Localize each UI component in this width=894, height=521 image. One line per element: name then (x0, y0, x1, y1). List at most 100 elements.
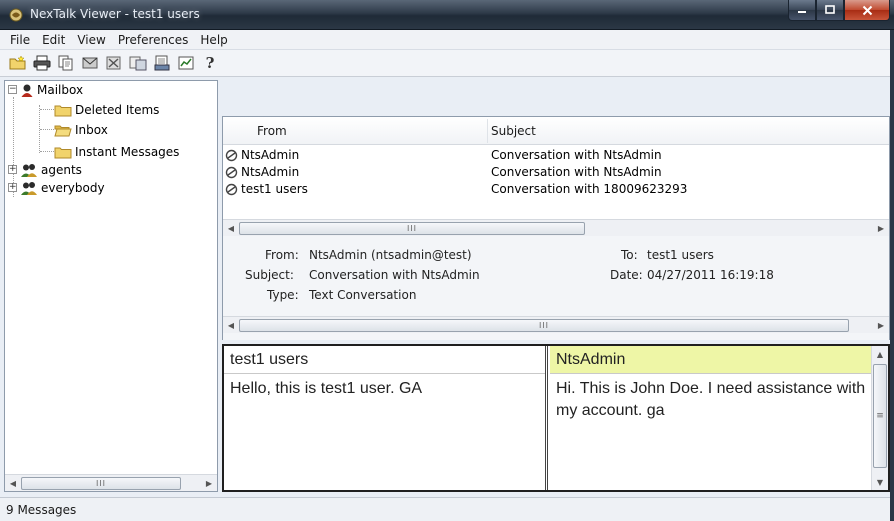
user-icon (21, 84, 33, 97)
message-header: From: NtsAdmin (ntsadmin@test) Subject: … (222, 236, 890, 340)
new-folder-icon (9, 55, 26, 70)
folder-icon (54, 105, 72, 116)
tree-item-agents[interactable]: + agents (8, 161, 82, 178)
type-value: Text Conversation (309, 288, 417, 302)
new-folder-button[interactable] (8, 53, 28, 73)
minimize-icon (798, 11, 806, 13)
row-subject: Conversation with NtsAdmin (491, 165, 662, 179)
tree-item-inbox[interactable]: Inbox (54, 121, 108, 138)
tree-label: agents (41, 162, 82, 177)
row-from: test1 users (241, 182, 308, 196)
export-icon (154, 55, 170, 71)
scroll-up-icon[interactable]: ▲ (872, 346, 888, 362)
tree-label: Instant Messages (75, 144, 180, 159)
tree-connector (40, 151, 54, 152)
scroll-down-icon[interactable]: ▼ (872, 474, 888, 490)
speaker-name-right: NtsAdmin (550, 346, 872, 374)
conversation-view: test1 users Hello, this is test1 user. G… (222, 344, 890, 492)
tree-item-deleted-items[interactable]: Deleted Items (54, 101, 159, 118)
folder-tree[interactable]: − Mailbox Deleted Items Inbox Instant Me… (4, 80, 218, 492)
scroll-left-icon[interactable]: ◀ (5, 475, 21, 491)
table-row[interactable]: test1 users Conversation with 1800962329… (223, 181, 889, 197)
export-button[interactable] (152, 53, 172, 73)
menu-view[interactable]: View (71, 33, 111, 47)
collapse-icon[interactable]: − (8, 85, 17, 94)
expand-icon[interactable]: + (8, 183, 17, 192)
scroll-thumb[interactable]: ≡ (873, 364, 887, 468)
print-button[interactable] (32, 53, 52, 73)
subject-value: Conversation with NtsAdmin (309, 268, 480, 282)
maximize-icon (825, 5, 835, 14)
help-icon: ? (205, 54, 215, 72)
copy-button[interactable] (56, 53, 76, 73)
app-icon (9, 8, 23, 22)
group-icon (21, 163, 37, 177)
move-button[interactable] (128, 53, 148, 73)
window-controls (788, 0, 890, 21)
column-from[interactable]: From (257, 124, 287, 138)
help-button[interactable]: ? (200, 53, 220, 73)
list-horizontal-scrollbar[interactable]: ◀ III ▶ (223, 219, 889, 236)
close-button[interactable] (844, 0, 890, 21)
subject-label: Subject: (245, 268, 294, 282)
to-label: To: (621, 248, 638, 262)
conversation-vertical-scrollbar[interactable]: ▲ ≡ ▼ (871, 346, 888, 490)
table-row[interactable]: NtsAdmin Conversation with NtsAdmin (223, 147, 889, 163)
type-label: Type: (267, 288, 299, 302)
header-horizontal-scrollbar[interactable]: ◀ III ▶ (223, 316, 889, 333)
conversation-icon (225, 149, 238, 162)
tree-connector (40, 109, 54, 110)
delete-icon (106, 56, 121, 70)
tree-item-everybody[interactable]: + everybody (8, 179, 105, 196)
table-row[interactable]: NtsAdmin Conversation with NtsAdmin (223, 164, 889, 180)
scroll-left-icon[interactable]: ◀ (223, 220, 239, 236)
folder-icon (54, 147, 72, 158)
tree-label: Deleted Items (75, 102, 160, 117)
column-subject[interactable]: Subject (491, 124, 536, 138)
report-button[interactable] (176, 53, 196, 73)
title-bar[interactable]: NexTalk Viewer - test1 users (0, 0, 894, 30)
message-list[interactable]: From Subject NtsAdmin Conversation with … (222, 116, 890, 236)
date-label: Date: (610, 268, 643, 282)
mailbox-icon (82, 57, 98, 69)
scroll-left-icon[interactable]: ◀ (223, 317, 239, 333)
speaker-text-right: Hi. This is John Doe. I need assistance … (556, 380, 866, 419)
tree-label: Mailbox (37, 82, 84, 97)
scroll-thumb[interactable]: III (239, 221, 585, 235)
minimize-button[interactable] (788, 0, 816, 21)
conversation-right-pane: NtsAdmin Hi. This is John Doe. I need as… (550, 346, 872, 490)
expand-icon[interactable]: + (8, 165, 17, 174)
list-header: From Subject (223, 117, 889, 145)
tree-item-mailbox[interactable]: − Mailbox (8, 81, 83, 98)
menu-preferences[interactable]: Preferences (112, 33, 195, 47)
scroll-right-icon[interactable]: ▶ (201, 475, 217, 491)
tree-item-instant-messages[interactable]: Instant Messages (54, 143, 179, 160)
tree-connector (40, 129, 54, 130)
mailbox-button[interactable] (80, 53, 100, 73)
copy-icon (58, 55, 73, 71)
group-icon (21, 181, 37, 195)
scroll-right-icon[interactable]: ▶ (873, 317, 889, 333)
tree-label: everybody (41, 180, 105, 195)
conversation-left-pane: test1 users Hello, this is test1 user. G… (224, 346, 548, 490)
tree-label: Inbox (75, 122, 108, 137)
window-title: NexTalk Viewer - test1 users (30, 7, 200, 21)
maximize-button[interactable] (816, 0, 844, 21)
report-icon (178, 56, 194, 70)
scroll-thumb[interactable]: III (21, 476, 181, 490)
conversation-icon (225, 183, 238, 196)
menu-help[interactable]: Help (194, 33, 233, 47)
window-frame (890, 30, 894, 521)
row-subject: Conversation with 18009623293 (491, 182, 688, 196)
scroll-right-icon[interactable]: ▶ (873, 220, 889, 236)
scroll-thumb[interactable]: III (239, 318, 849, 332)
speaker-name-left: test1 users (224, 346, 545, 374)
menu-file[interactable]: File (4, 33, 36, 47)
column-separator[interactable] (487, 119, 488, 143)
from-label: From: (265, 248, 299, 262)
menu-edit[interactable]: Edit (36, 33, 71, 47)
app-window: NexTalk Viewer - test1 users File Edit V… (0, 0, 894, 521)
row-from: NtsAdmin (241, 165, 300, 179)
tree-horizontal-scrollbar[interactable]: ◀ III ▶ (5, 474, 217, 491)
delete-button[interactable] (104, 53, 124, 73)
